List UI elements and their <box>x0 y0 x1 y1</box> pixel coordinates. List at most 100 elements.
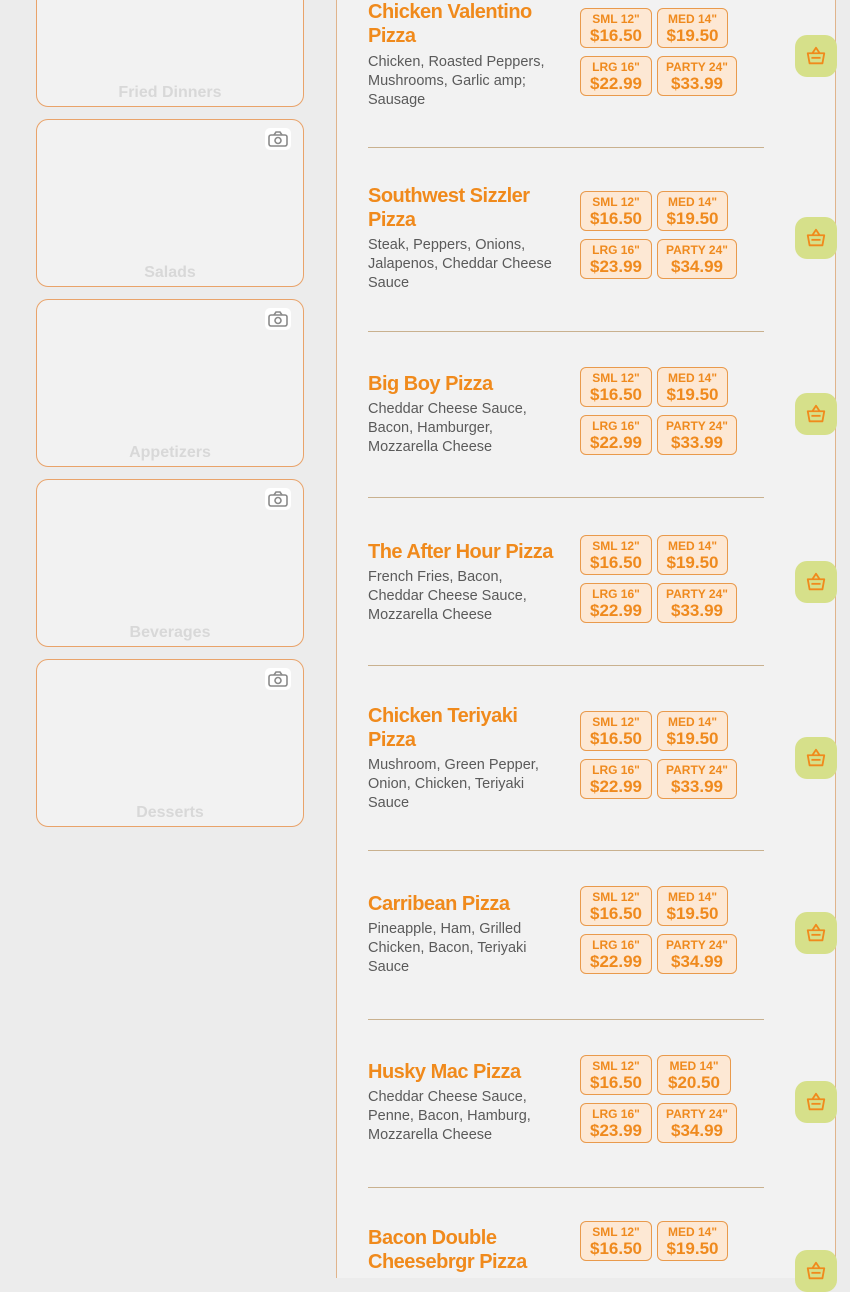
camera-icon <box>265 308 291 330</box>
price-label: $34.99 <box>671 1121 723 1140</box>
add-to-cart-button[interactable] <box>795 737 837 779</box>
price-label: $16.50 <box>590 904 642 923</box>
size-label: MED 14" <box>667 195 718 209</box>
add-to-cart-button[interactable] <box>795 217 837 259</box>
divider <box>368 665 764 666</box>
price-option[interactable]: MED 14" $19.50 <box>657 886 728 926</box>
item-name: Bacon Double Cheesebrgr Pizza <box>368 1227 527 1273</box>
size-label: SML 12" <box>592 12 640 26</box>
price-label: $34.99 <box>671 952 723 971</box>
category-label: Beverages <box>129 624 211 641</box>
price-option[interactable]: SML 12" $16.50 <box>580 535 652 575</box>
basket-icon <box>806 228 826 247</box>
basket-icon <box>806 572 826 591</box>
category-card-desserts[interactable]: Desserts <box>36 659 304 827</box>
add-to-cart-button[interactable] <box>795 561 837 603</box>
basket-icon <box>806 1261 826 1280</box>
price-label: $33.99 <box>671 74 723 93</box>
category-card-fried-dinners[interactable]: Fried Dinners <box>36 0 304 107</box>
size-label: PARTY 24" <box>666 763 728 777</box>
price-option[interactable]: PARTY 24" $33.99 <box>657 56 737 96</box>
divider <box>368 331 764 332</box>
price-option[interactable]: PARTY 24" $34.99 <box>657 934 737 974</box>
price-option[interactable]: MED 14" $19.50 <box>657 367 728 407</box>
price-label: $16.50 <box>590 553 642 572</box>
price-option[interactable]: PARTY 24" $33.99 <box>657 583 737 623</box>
divider <box>368 850 764 851</box>
size-label: MED 14" <box>667 371 718 385</box>
add-to-cart-button[interactable] <box>795 35 837 77</box>
category-card-salads[interactable]: Salads <box>36 119 304 287</box>
item-description: Cheddar Cheese Sauce, Penne, Bacon, Hamb… <box>368 1089 531 1143</box>
price-option[interactable]: SML 12" $16.50 <box>580 191 652 231</box>
category-card-beverages[interactable]: Beverages <box>36 479 304 647</box>
price-option[interactable]: MED 14" $19.50 <box>657 1221 728 1261</box>
price-option[interactable]: LRG 16" $22.99 <box>580 934 652 974</box>
price-option[interactable]: PARTY 24" $34.99 <box>657 1103 737 1143</box>
add-to-cart-button[interactable] <box>795 1250 837 1292</box>
item-description: Mushroom, Green Pepper, Onion, Chicken, … <box>368 757 539 811</box>
size-label: MED 14" <box>667 12 718 26</box>
price-label: $16.50 <box>590 729 642 748</box>
price-label: $22.99 <box>590 777 642 796</box>
size-label: LRG 16" <box>592 60 640 74</box>
category-card-appetizers[interactable]: Appetizers <box>36 299 304 467</box>
price-label: $22.99 <box>590 601 642 620</box>
price-label: $22.99 <box>590 952 642 971</box>
price-label: $23.99 <box>590 1121 642 1140</box>
price-option[interactable]: LRG 16" $22.99 <box>580 759 652 799</box>
size-label: LRG 16" <box>592 763 640 777</box>
item-name: The After Hour Pizza <box>368 541 553 563</box>
price-option[interactable]: PARTY 24" $33.99 <box>657 415 737 455</box>
price-label: $33.99 <box>671 777 723 796</box>
basket-icon <box>806 923 826 942</box>
divider <box>368 1187 764 1188</box>
price-label: $33.99 <box>671 601 723 620</box>
size-label: MED 14" <box>667 1225 718 1239</box>
size-label: SML 12" <box>592 195 640 209</box>
price-option[interactable]: SML 12" $16.50 <box>580 1221 652 1261</box>
add-to-cart-button[interactable] <box>795 1081 837 1123</box>
price-option[interactable]: LRG 16" $23.99 <box>580 239 652 279</box>
item-name: Carribean Pizza <box>368 893 510 915</box>
price-option[interactable]: LRG 16" $22.99 <box>580 583 652 623</box>
price-option[interactable]: LRG 16" $23.99 <box>580 1103 652 1143</box>
category-label: Fried Dinners <box>118 84 222 101</box>
size-label: MED 14" <box>667 890 718 904</box>
item-name: Big Boy Pizza <box>368 373 493 395</box>
size-label: LRG 16" <box>592 419 640 433</box>
price-label: $19.50 <box>666 26 719 45</box>
price-option[interactable]: SML 12" $16.50 <box>580 367 652 407</box>
item-name: Southwest Sizzler Pizza <box>368 185 530 231</box>
price-option[interactable]: SML 12" $16.50 <box>580 886 652 926</box>
item-name: Husky Mac Pizza <box>368 1061 521 1083</box>
size-label: LRG 16" <box>592 243 640 257</box>
item-description: Steak, Peppers, Onions, Jalapenos, Chedd… <box>368 237 552 291</box>
price-option[interactable]: MED 14" $19.50 <box>657 191 728 231</box>
price-option[interactable]: MED 14" $19.50 <box>657 535 728 575</box>
item-description: Chicken, Roasted Peppers, Mushrooms, Gar… <box>368 54 545 108</box>
price-label: $19.50 <box>666 1239 719 1258</box>
price-label: $22.99 <box>590 74 642 93</box>
price-option[interactable]: SML 12" $16.50 <box>580 711 652 751</box>
price-option[interactable]: PARTY 24" $34.99 <box>657 239 737 279</box>
category-label: Salads <box>144 264 196 281</box>
add-to-cart-button[interactable] <box>795 393 837 435</box>
price-option[interactable]: SML 12" $16.50 <box>580 8 652 48</box>
basket-icon <box>806 748 826 767</box>
item-name: Chicken Teriyaki Pizza <box>368 705 518 751</box>
price-option[interactable]: LRG 16" $22.99 <box>580 415 652 455</box>
price-option[interactable]: MED 14" $19.50 <box>657 8 728 48</box>
price-option[interactable]: LRG 16" $22.99 <box>580 56 652 96</box>
price-option[interactable]: MED 14" $20.50 <box>657 1055 731 1095</box>
item-description: Pineapple, Ham, Grilled Chicken, Bacon, … <box>368 921 527 975</box>
price-option[interactable]: PARTY 24" $33.99 <box>657 759 737 799</box>
menu-item-list: Chicken Valentino Pizza Chicken, Roasted… <box>336 0 837 1292</box>
add-to-cart-button[interactable] <box>795 912 837 954</box>
price-option[interactable]: SML 12" $16.50 <box>580 1055 652 1095</box>
price-option[interactable]: MED 14" $19.50 <box>657 711 728 751</box>
price-label: $16.50 <box>590 385 642 404</box>
price-label: $19.50 <box>666 729 719 748</box>
divider <box>368 1019 764 1020</box>
size-label: MED 14" <box>669 1059 719 1073</box>
